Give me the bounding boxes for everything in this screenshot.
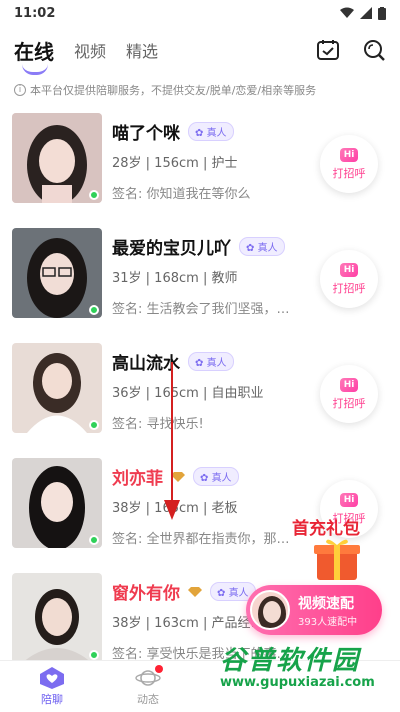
user-card[interactable]: 喵了个咪 ✿ 真人 28岁 | 156cm | 护士 签名: 你知道我在等你么 … [0,105,400,215]
user-name: 窗外有你 [112,584,180,604]
online-status-dot [89,420,99,430]
search-icon[interactable] [362,38,386,62]
avatar[interactable] [12,113,102,203]
disclaimer-notice: i 本平台仅提供陪聊服务，不提供交友/脱单/恋爱/相亲等服务 [0,80,400,100]
verified-badge: ✿ 真人 [188,352,234,371]
tab-featured[interactable]: 精选 [126,38,158,62]
signal-icon [360,7,372,19]
nav-chat-label: 陪聊 [41,692,63,706]
watermark-title: 谷普软件园 [220,646,361,676]
hi-badge: Hi [339,262,359,277]
speed-match-avatar [250,590,290,630]
avatar[interactable] [12,573,102,660]
online-status-dot [89,535,99,545]
info-icon: i [14,84,26,96]
verified-badge: ✿ 真人 [239,237,285,256]
user-signature: 签名: 寻找快乐! [112,417,204,432]
user-meta: 38岁 | 163cm | 产品经… [112,616,264,631]
greet-button[interactable]: Hi 打招呼 [320,135,378,193]
speed-match-subtitle: 393人速配中 [298,616,358,628]
heart-chat-icon [40,666,64,689]
video-speed-match-button[interactable]: 视频速配 393人速配中 [246,585,382,635]
nav-chat[interactable]: 陪聊 [8,661,96,712]
user-signature: 签名: 生活教会了我们坚强，… [112,302,290,317]
watermark: 谷普软件园 www.gupuxiazai.com [220,640,400,700]
user-name: 最爱的宝贝儿吖 [112,239,231,259]
avatar[interactable] [12,228,102,318]
user-card[interactable]: 最爱的宝贝儿吖 ✿ 真人 31岁 | 168cm | 教师 签名: 生活教会了我… [0,220,400,330]
user-meta: 36岁 | 165cm | 自由职业 [112,386,264,401]
first-recharge-promo[interactable]: 首充礼包 [292,514,382,589]
speed-match-title: 视频速配 [298,595,354,612]
user-name: 刘亦菲 [112,469,163,489]
watermark-url: www.gupuxiazai.com [220,675,375,690]
top-tab-bar: 在线 视频 精选 [0,26,400,75]
verified-badge: ✿ 真人 [188,122,234,141]
tab-online[interactable]: 在线 [14,36,54,75]
notification-dot [155,664,163,673]
hi-badge: Hi [339,147,359,162]
gift-icon [314,539,360,580]
greet-label: 打招呼 [332,166,366,180]
scroll-down-arrow-icon [164,362,180,520]
user-meta: 28岁 | 156cm | 护士 [112,156,238,171]
system-icons [340,6,386,20]
user-meta: 31岁 | 168cm | 教师 [112,271,238,286]
disclaimer-text: 本平台仅提供陪聊服务，不提供交友/脱单/恋爱/相亲等服务 [30,84,317,97]
tab-video[interactable]: 视频 [74,38,106,62]
nav-moments[interactable]: 动态 [104,661,192,712]
planet-icon [135,664,163,689]
vip-diamond-icon [188,586,202,597]
hi-badge: Hi [339,492,359,507]
greet-button[interactable]: Hi 打招呼 [320,250,378,308]
status-time: 11:02 [14,5,56,21]
user-signature: 签名: 全世界都在指责你，那… [112,532,290,547]
online-status-dot [89,305,99,315]
greet-label: 打招呼 [332,396,366,410]
battery-icon [378,6,386,20]
user-name: 喵了个咪 [112,124,180,144]
nav-moments-label: 动态 [137,692,159,706]
greet-button[interactable]: Hi 打招呼 [320,365,378,423]
avatar[interactable] [12,343,102,433]
user-card[interactable]: 高山流水 ✿ 真人 36岁 | 165cm | 自由职业 签名: 寻找快乐! H… [0,335,400,445]
status-bar: 11:02 [0,0,400,26]
user-signature: 签名: 你知道我在等你么 [112,187,251,202]
online-status-dot [89,190,99,200]
verified-badge: ✿ 真人 [193,467,239,486]
hi-badge: Hi [339,377,359,392]
greet-label: 打招呼 [332,281,366,295]
calendar-check-icon[interactable] [316,38,340,62]
wifi-icon [340,7,354,18]
avatar[interactable] [12,458,102,548]
online-status-dot [89,650,99,660]
